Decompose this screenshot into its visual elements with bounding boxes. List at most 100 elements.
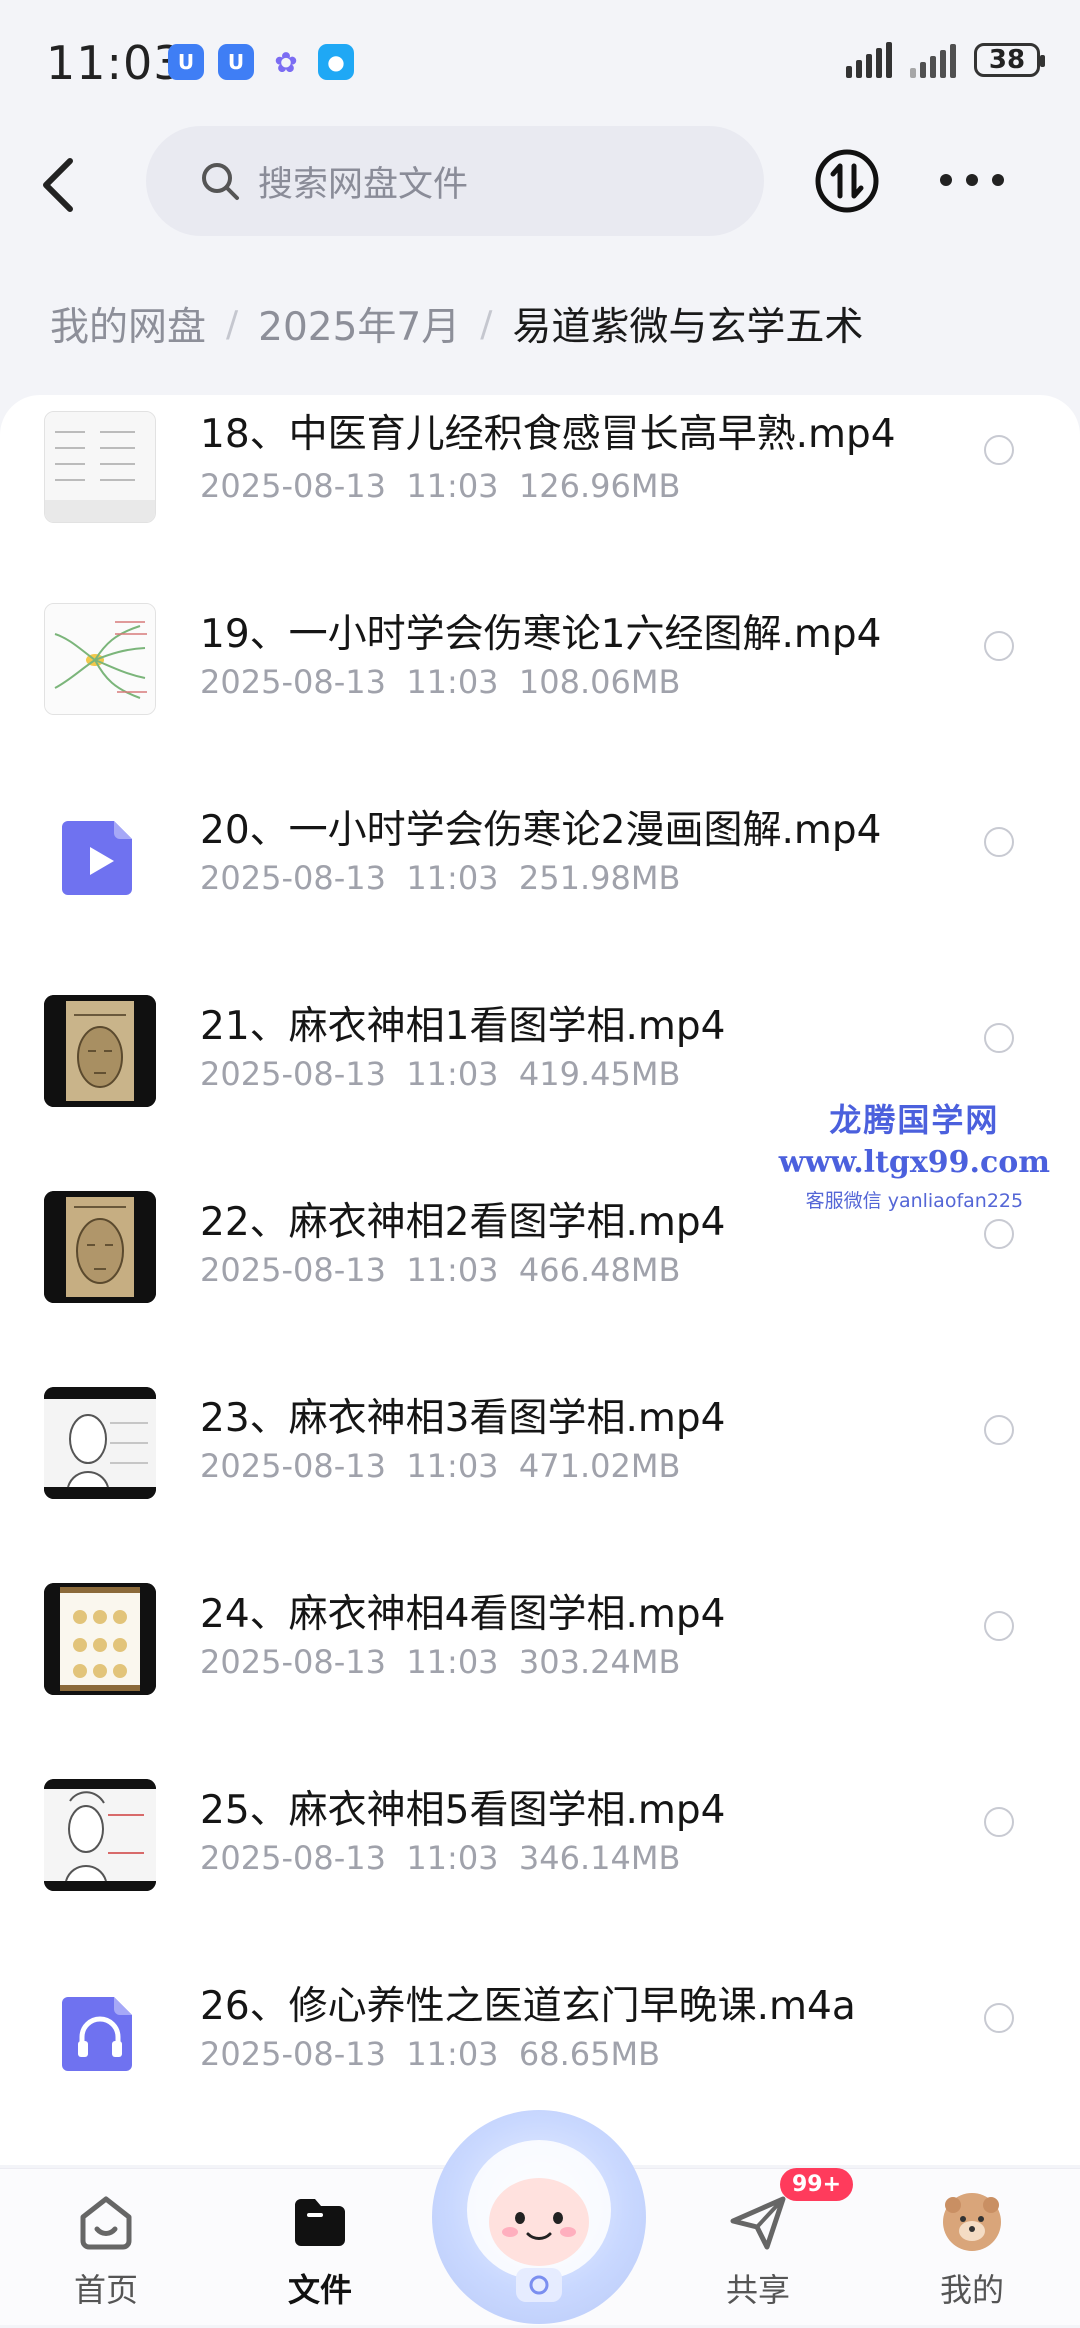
search-icon: [202, 163, 239, 200]
status-bar: 11:03 U U ✿ ● 38: [0, 0, 1080, 130]
breadcrumb-separator: /: [480, 303, 493, 345]
more-dot-icon: [992, 174, 1004, 186]
watermark-url: www.ltgx99.com: [778, 1145, 1050, 1180]
file-meta: 2025-08-13 11:03 471.02MB: [200, 1447, 680, 1485]
document-thumbnail: [44, 411, 156, 523]
file-size: 471.02MB: [518, 1447, 681, 1485]
search-placeholder: 搜索网盘文件: [258, 164, 469, 205]
file-meta: 2025-08-13 11:03 419.45MB: [200, 1055, 680, 1093]
select-checkbox[interactable]: [984, 827, 1014, 857]
file-meta: 2025-08-13 11:03 108.06MB: [200, 663, 680, 701]
audio-file-icon: [44, 1975, 156, 2087]
file-time: 11:03: [406, 1643, 499, 1681]
select-checkbox[interactable]: [984, 1415, 1014, 1445]
file-date: 2025-08-13: [200, 1251, 386, 1289]
file-row[interactable]: 19、一小时学会伤寒论1六经图解.mp4 2025-08-13 11:03 10…: [0, 561, 1080, 757]
video-thumbnail: [44, 1387, 156, 1499]
watermark-contact: 客服微信 yanliaofan225: [805, 1190, 1024, 1212]
video-thumbnail: [44, 1191, 156, 1303]
file-date: 2025-08-13: [200, 859, 386, 897]
file-date: 2025-08-13: [200, 2035, 386, 2073]
select-checkbox[interactable]: [984, 1219, 1014, 1249]
nav-share[interactable]: 共享: [688, 2191, 828, 2311]
file-size: 126.96MB: [518, 467, 681, 505]
battery-icon: 38: [974, 43, 1045, 77]
file-time: 11:03: [406, 1055, 499, 1093]
select-checkbox[interactable]: [984, 435, 1014, 465]
file-name: 24、麻衣神相4看图学相.mp4: [200, 1592, 726, 1637]
file-meta: 2025-08-13 11:03 251.98MB: [200, 859, 680, 897]
file-name: 19、一小时学会伤寒论1六经图解.mp4: [200, 612, 882, 657]
file-row[interactable]: 18、中医育儿经积食感冒长高早熟.mp4 2025-08-13 11:03 12…: [0, 395, 1080, 561]
file-meta: 2025-08-13 11:03 346.14MB: [200, 1839, 680, 1877]
file-row[interactable]: 20、一小时学会伤寒论2漫画图解.mp4 2025-08-13 11:03 25…: [0, 757, 1080, 953]
cloud-app-notification-icon: ✿: [274, 45, 298, 79]
nav-label: 文件: [287, 2271, 352, 2309]
video-file-icon: [44, 799, 156, 911]
file-size: 303.24MB: [518, 1643, 681, 1681]
file-size: 251.98MB: [518, 859, 681, 897]
transfer-icon: [815, 149, 879, 213]
home-icon: [80, 2196, 132, 2250]
assistant-mascot-button[interactable]: [432, 2110, 646, 2324]
select-checkbox[interactable]: [984, 1807, 1014, 1837]
nav-profile[interactable]: 我的: [902, 2191, 1042, 2311]
file-date: 2025-08-13: [200, 1839, 386, 1877]
file-time: 11:03: [406, 1839, 499, 1877]
watermark: 龙腾国学网 www.ltgx99.com 客服微信 yanliaofan225: [779, 1095, 1050, 1213]
transfer-button[interactable]: [814, 148, 880, 214]
file-meta: 2025-08-13 11:03 303.24MB: [200, 1643, 680, 1681]
file-row[interactable]: 26、修心养性之医道玄门早晚课.m4a 2025-08-13 11:03 68.…: [0, 1933, 1080, 2129]
file-row[interactable]: 24、麻衣神相4看图学相.mp4 2025-08-13 11:03 303.24…: [0, 1541, 1080, 1737]
select-checkbox[interactable]: [984, 631, 1014, 661]
app-notification-icon: U: [218, 44, 254, 80]
breadcrumb: 我的网盘 / 2025年7月 / 易道紫微与玄学五术: [50, 296, 863, 352]
app-notification-icon: U: [168, 44, 204, 80]
video-thumbnail: [44, 1583, 156, 1695]
nav-files[interactable]: 文件: [250, 2191, 390, 2311]
file-size: 466.48MB: [518, 1251, 681, 1289]
search-input[interactable]: 搜索网盘文件: [146, 126, 764, 236]
battery-level: 38: [988, 45, 1026, 75]
file-time: 11:03: [406, 1447, 499, 1485]
signal-icon-2: [910, 42, 956, 78]
breadcrumb-separator: /: [226, 303, 239, 345]
nav-home[interactable]: 首页: [36, 2191, 176, 2311]
file-name: 18、中医育儿经积食感冒长高早熟.mp4: [200, 412, 896, 457]
nav-label: 共享: [725, 2271, 790, 2309]
file-name: 21、麻衣神相1看图学相.mp4: [200, 1004, 726, 1049]
file-date: 2025-08-13: [200, 663, 386, 701]
file-meta: 2025-08-13 11:03 68.65MB: [200, 2035, 660, 2073]
file-row[interactable]: 23、麻衣神相3看图学相.mp4 2025-08-13 11:03 471.02…: [0, 1345, 1080, 1541]
file-name: 25、麻衣神相5看图学相.mp4: [200, 1788, 726, 1833]
select-checkbox[interactable]: [984, 1023, 1014, 1053]
more-dot-icon: [966, 174, 978, 186]
share-icon: [730, 2196, 786, 2250]
breadcrumb-item[interactable]: 我的网盘: [50, 296, 206, 352]
file-time: 11:03: [406, 467, 499, 505]
more-options-button[interactable]: [940, 160, 1004, 200]
file-name: 26、修心养性之医道玄门早晚课.m4a: [200, 1984, 856, 2029]
watermark-title: 龙腾国学网: [829, 1101, 1000, 1139]
select-checkbox[interactable]: [984, 2003, 1014, 2033]
notification-icons: U U ✿ ●: [168, 44, 354, 80]
file-date: 2025-08-13: [200, 467, 386, 505]
breadcrumb-item[interactable]: 2025年7月: [258, 296, 460, 352]
video-thumbnail: [44, 1779, 156, 1891]
back-button[interactable]: [40, 150, 90, 220]
file-row[interactable]: 25、麻衣神相5看图学相.mp4 2025-08-13 11:03 346.14…: [0, 1737, 1080, 1933]
chevron-left-icon: [43, 158, 73, 212]
file-time: 11:03: [406, 663, 499, 701]
file-date: 2025-08-13: [200, 1447, 386, 1485]
select-checkbox[interactable]: [984, 1611, 1014, 1641]
status-right: 38: [846, 42, 1045, 78]
file-name: 23、麻衣神相3看图学相.mp4: [200, 1396, 726, 1441]
signal-icon: [846, 42, 892, 78]
file-meta: 2025-08-13 11:03 126.96MB: [200, 467, 680, 505]
file-list: 18、中医育儿经积食感冒长高早熟.mp4 2025-08-13 11:03 12…: [0, 395, 1080, 2165]
video-thumbnail: [44, 995, 156, 1107]
mascot-icon: [467, 2140, 611, 2302]
file-meta: 2025-08-13 11:03 466.48MB: [200, 1251, 680, 1289]
file-size: 346.14MB: [518, 1839, 681, 1877]
file-time: 11:03: [406, 1251, 499, 1289]
